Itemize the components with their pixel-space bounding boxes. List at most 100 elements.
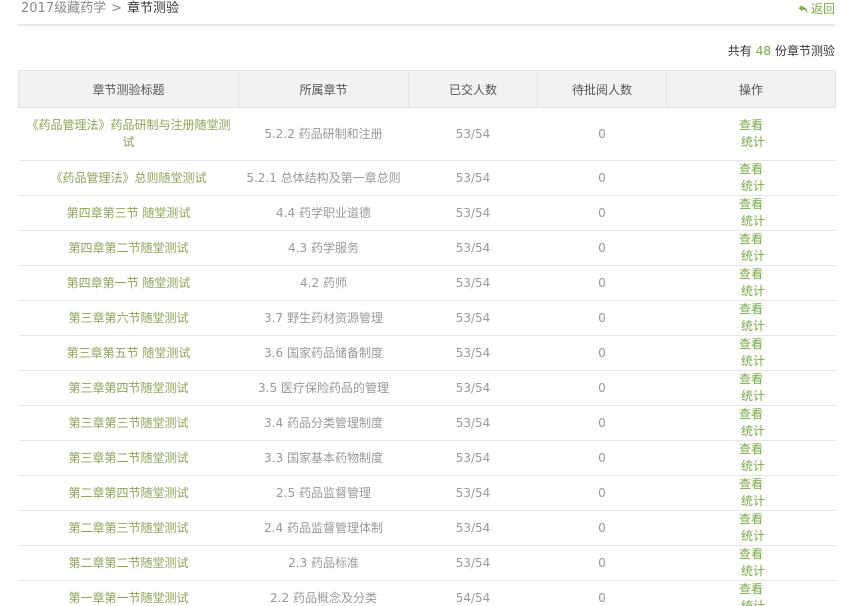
pending-cell: 0	[537, 545, 667, 581]
stats-button[interactable]: 统计	[711, 248, 795, 265]
view-button[interactable]: 查看	[709, 231, 793, 248]
actions-cell: 查看统计	[666, 195, 836, 231]
submitted-cell: 54/54	[408, 580, 538, 606]
quiz-title-link[interactable]: 第二章第四节随堂测试	[68, 486, 188, 500]
pending-cell: 0	[537, 265, 667, 301]
view-button[interactable]: 查看	[709, 511, 793, 528]
stats-button[interactable]: 统计	[711, 528, 795, 545]
quiz-title-link[interactable]: 第四章第一节 随堂测试	[67, 276, 191, 290]
submitted-cell: 53/54	[408, 545, 538, 581]
quiz-title-cell: 第二章第二节随堂测试	[18, 545, 239, 581]
quiz-title-link[interactable]: 第四章第三节 随堂测试	[67, 206, 191, 220]
stats-button[interactable]: 统计	[711, 563, 795, 580]
view-button[interactable]: 查看	[709, 371, 793, 388]
quiz-title-cell: 《药品管理法》总则随堂测试	[18, 160, 239, 196]
quiz-title-link[interactable]: 第三章第五节 随堂测试	[67, 346, 191, 360]
table-row: 第一章第一节随堂测试 2.2 药品概念及分类 54/54 0 查看统计	[18, 580, 836, 606]
actions-cell: 查看统计	[666, 440, 836, 476]
actions-cell: 查看统计	[666, 300, 836, 336]
return-arrow-icon	[798, 4, 808, 14]
quiz-title-cell: 第三章第五节 随堂测试	[18, 335, 239, 371]
pending-cell: 0	[537, 230, 667, 266]
quiz-title-link[interactable]: 第二章第三节随堂测试	[68, 521, 188, 535]
stats-button[interactable]: 统计	[711, 178, 795, 195]
stats-button[interactable]: 统计	[711, 423, 795, 440]
view-button[interactable]: 查看	[709, 476, 793, 493]
quiz-title-link[interactable]: 第三章第四节随堂测试	[68, 381, 188, 395]
quiz-title-link[interactable]: 第三章第二节随堂测试	[68, 451, 188, 465]
quiz-title-link[interactable]: 第四章第二节随堂测试	[68, 241, 188, 255]
back-label: 返回	[810, 2, 835, 16]
quiz-title-cell: 《药品管理法》药品研制与注册随堂测试	[18, 107, 239, 161]
pending-cell: 0	[537, 405, 667, 441]
pending-cell: 0	[537, 300, 667, 336]
view-button[interactable]: 查看	[709, 581, 793, 598]
actions-cell: 查看统计	[666, 265, 836, 301]
table-row: 第四章第二节随堂测试 4.3 药学服务 53/54 0 查看统计	[18, 230, 836, 266]
table-row: 第三章第六节随堂测试 3.7 野生药材资源管理 53/54 0 查看统计	[18, 300, 836, 336]
quiz-title-cell: 第三章第二节随堂测试	[18, 440, 239, 476]
pending-cell: 0	[537, 510, 667, 546]
view-button[interactable]: 查看	[709, 546, 793, 563]
chapter-cell: 3.6 国家药品储备制度	[238, 335, 409, 371]
count-number: 48	[755, 44, 771, 58]
submitted-cell: 53/54	[408, 300, 538, 336]
quiz-title-link[interactable]: 第一章第一节随堂测试	[68, 591, 188, 605]
pending-cell: 0	[537, 440, 667, 476]
quiz-title-link[interactable]: 第三章第三节随堂测试	[68, 416, 188, 430]
view-button[interactable]: 查看	[709, 266, 793, 283]
view-button[interactable]: 查看	[709, 336, 793, 353]
table-row: 第二章第四节随堂测试 2.5 药品监督管理 53/54 0 查看统计	[18, 475, 836, 511]
actions-cell: 查看统计	[666, 475, 836, 511]
view-button[interactable]: 查看	[709, 117, 793, 134]
stats-button[interactable]: 统计	[711, 458, 795, 475]
column-header-chapter: 所属章节	[238, 70, 409, 108]
stats-button[interactable]: 统计	[711, 318, 795, 335]
view-button[interactable]: 查看	[709, 196, 793, 213]
submitted-cell: 53/54	[408, 335, 538, 371]
quiz-title-cell: 第二章第三节随堂测试	[18, 510, 239, 546]
stats-button[interactable]: 统计	[711, 598, 795, 606]
view-button[interactable]: 查看	[709, 441, 793, 458]
stats-button[interactable]: 统计	[711, 388, 795, 405]
pending-cell: 0	[537, 195, 667, 231]
submitted-cell: 53/54	[408, 160, 538, 196]
chapter-cell: 4.3 药学服务	[238, 230, 409, 266]
actions-cell: 查看统计	[666, 370, 836, 406]
table-row: 第二章第二节随堂测试 2.3 药品标准 53/54 0 查看统计	[18, 545, 836, 581]
submitted-cell: 53/54	[408, 510, 538, 546]
actions-cell: 查看统计	[666, 510, 836, 546]
pending-cell: 0	[537, 475, 667, 511]
pending-cell: 0	[537, 580, 667, 606]
chapter-cell: 4.4 药学职业道德	[238, 195, 409, 231]
chapter-cell: 2.3 药品标准	[238, 545, 409, 581]
quiz-title-link[interactable]: 第二章第二节随堂测试	[68, 556, 188, 570]
view-button[interactable]: 查看	[709, 161, 793, 178]
stats-button[interactable]: 统计	[711, 134, 795, 151]
quiz-title-link[interactable]: 《药品管理法》总则随堂测试	[50, 171, 206, 185]
quiz-title-link[interactable]: 《药品管理法》药品研制与注册随堂测试	[27, 118, 231, 149]
actions-cell: 查看统计	[666, 160, 836, 196]
submitted-cell: 53/54	[408, 230, 538, 266]
table-row: 第四章第一节 随堂测试 4.2 药师 53/54 0 查看统计	[18, 265, 836, 301]
chapter-cell: 3.5 医疗保险药品的管理	[238, 370, 409, 406]
back-button[interactable]: 返回	[798, 0, 835, 20]
stats-button[interactable]: 统计	[711, 353, 795, 370]
quiz-title-link[interactable]: 第三章第六节随堂测试	[68, 311, 188, 325]
view-button[interactable]: 查看	[709, 301, 793, 318]
quiz-count: 共有 48 份章节测验	[728, 42, 835, 59]
table-body: 《药品管理法》药品研制与注册随堂测试 5.2.2 药品研制和注册 53/54 0…	[18, 107, 836, 606]
chapter-cell: 3.3 国家基本药物制度	[238, 440, 409, 476]
actions-cell: 查看统计	[666, 405, 836, 441]
quiz-title-cell: 第四章第一节 随堂测试	[18, 265, 239, 301]
table-row: 第三章第三节随堂测试 3.4 药品分类管理制度 53/54 0 查看统计	[18, 405, 836, 441]
breadcrumb-course[interactable]: 2017级藏药学	[21, 1, 106, 16]
stats-button[interactable]: 统计	[711, 283, 795, 300]
pending-cell: 0	[537, 370, 667, 406]
actions-cell: 查看统计	[666, 230, 836, 266]
table-row: 第四章第三节 随堂测试 4.4 药学职业道德 53/54 0 查看统计	[18, 195, 836, 231]
stats-button[interactable]: 统计	[711, 213, 795, 230]
stats-button[interactable]: 统计	[711, 493, 795, 510]
chapter-cell: 2.2 药品概念及分类	[238, 580, 409, 606]
view-button[interactable]: 查看	[709, 406, 793, 423]
